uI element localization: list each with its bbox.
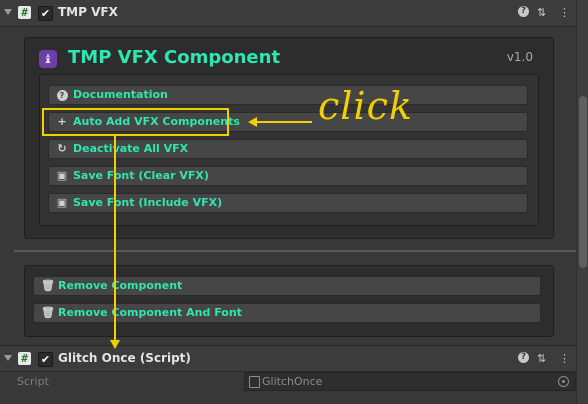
documentation-label: Documentation bbox=[73, 88, 168, 101]
vertical-scrollbar[interactable] bbox=[576, 0, 588, 404]
annotation-click-text: click bbox=[318, 84, 413, 128]
enabled-checkbox[interactable]: ✔ bbox=[38, 6, 53, 21]
deactivate-all-vfx-button[interactable]: ↻ Deactivate All VFX bbox=[48, 139, 528, 159]
save-font-include-vfx-button[interactable]: ▣ Save Font (Include VFX) bbox=[48, 193, 528, 213]
script-file-icon bbox=[249, 376, 260, 388]
component-title: Glitch Once (Script) bbox=[58, 351, 191, 365]
script-object-field[interactable]: GlitchOnce bbox=[244, 372, 576, 391]
help-icon[interactable]: ? bbox=[518, 352, 529, 363]
remove-component-button[interactable]: 🗑 Remove Component bbox=[33, 276, 541, 296]
annotation-down-arrow-line bbox=[114, 136, 116, 342]
save-font-clear-vfx-button[interactable]: ▣ Save Font (Clear VFX) bbox=[48, 166, 528, 186]
trash-icon: 🗑 bbox=[41, 279, 55, 292]
help-icon[interactable]: ? bbox=[518, 6, 529, 17]
script-hash-icon: # bbox=[18, 352, 31, 365]
context-menu-icon[interactable]: ⋮ bbox=[559, 6, 570, 19]
refresh-icon: ↻ bbox=[57, 142, 67, 155]
version-label: v1.0 bbox=[506, 50, 533, 64]
annotation-arrow-line bbox=[256, 121, 312, 123]
component-header-tmp-vfx[interactable]: # ✔ TMP VFX ? ⇅ ⋮ bbox=[0, 0, 576, 27]
annotation-arrow-head-icon bbox=[248, 117, 257, 127]
context-menu-icon[interactable]: ⋮ bbox=[559, 352, 570, 365]
fold-arrow-icon[interactable] bbox=[4, 9, 12, 15]
remove-component-and-font-label: Remove Component And Font bbox=[58, 306, 242, 319]
auto-add-label: Auto Add VFX Components bbox=[73, 115, 240, 128]
deactivate-label: Deactivate All VFX bbox=[73, 142, 189, 155]
remove-component-and-font-button[interactable]: 🗑 Remove Component And Font bbox=[33, 303, 541, 323]
remove-component-label: Remove Component bbox=[58, 279, 183, 292]
save-font-include-label: Save Font (Include VFX) bbox=[73, 196, 223, 209]
scrollbar-thumb[interactable] bbox=[579, 96, 587, 268]
enabled-checkbox[interactable]: ✔ bbox=[38, 352, 53, 367]
presets-icon[interactable]: ⇅ bbox=[537, 352, 546, 365]
help-icon: ? bbox=[56, 86, 68, 104]
tmp-vfx-panel: ♝ TMP VFX Component v1.0 ? Documentation… bbox=[24, 37, 554, 239]
save-icon: ▣ bbox=[56, 196, 68, 209]
script-hash-icon: # bbox=[18, 6, 31, 19]
section-divider bbox=[14, 250, 576, 252]
presets-icon[interactable]: ⇅ bbox=[537, 6, 546, 19]
save-icon: ▣ bbox=[56, 169, 68, 182]
documentation-button[interactable]: ? Documentation bbox=[48, 85, 528, 105]
remove-panel: 🗑 Remove Component 🗑 Remove Component An… bbox=[24, 265, 554, 337]
tmp-vfx-logo-icon: ♝ bbox=[39, 50, 57, 68]
object-picker-icon[interactable] bbox=[558, 376, 569, 387]
trash-icon: 🗑 bbox=[41, 306, 55, 319]
component-header-glitch-once[interactable]: # ✔ Glitch Once (Script) ? ⇅ ⋮ bbox=[0, 345, 576, 372]
plus-icon: + bbox=[57, 115, 67, 128]
panel-title: TMP VFX Component bbox=[68, 47, 281, 68]
script-property-label: Script bbox=[17, 375, 49, 388]
fold-arrow-icon[interactable] bbox=[4, 355, 12, 361]
script-object-value: GlitchOnce bbox=[262, 375, 323, 388]
component-title: TMP VFX bbox=[58, 5, 118, 19]
save-font-clear-label: Save Font (Clear VFX) bbox=[73, 169, 209, 182]
annotation-down-arrow-head-icon bbox=[110, 340, 120, 349]
